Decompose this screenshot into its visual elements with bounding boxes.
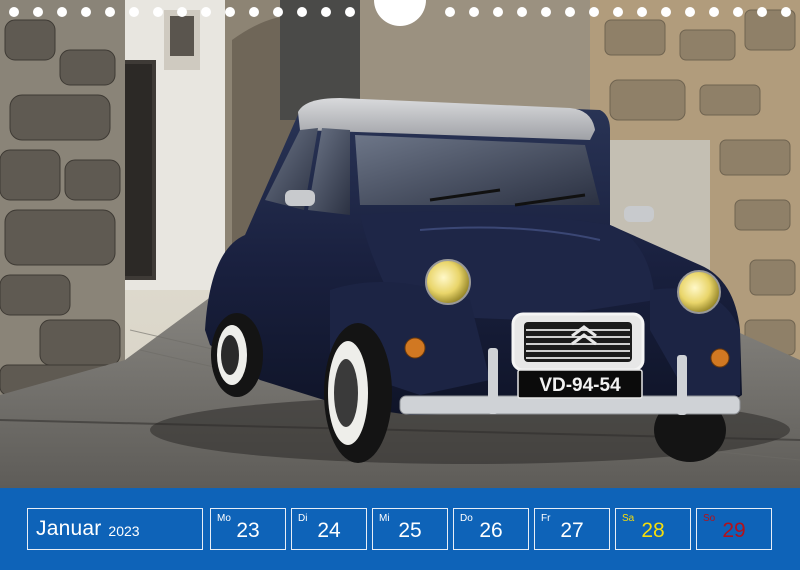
day-number: 27	[560, 519, 584, 542]
month-year: 2023	[108, 522, 140, 539]
day-cell-di: Di 24	[291, 508, 367, 550]
day-number: 28	[641, 519, 665, 542]
license-plate: VD-94-54	[539, 375, 621, 396]
car-photo-illustration: VD-94-54	[0, 0, 800, 488]
spiral-binding	[9, 0, 791, 26]
day-number: 26	[479, 519, 503, 542]
day-cell-sa: Sa 28	[615, 508, 691, 550]
day-number: 24	[317, 519, 341, 542]
day-cell-mi: Mi 25	[372, 508, 448, 550]
day-number: 25	[398, 519, 422, 542]
calendar-page: VD-94-54 Januar 2023 Mo 23 Di 24 Mi 25 D…	[0, 0, 800, 570]
month-label-box: Januar 2023	[27, 508, 203, 550]
day-cell-fr: Fr 27	[534, 508, 610, 550]
day-number: 29	[722, 519, 746, 542]
calendar-bar: Januar 2023 Mo 23 Di 24 Mi 25 Do 26 Fr 2…	[0, 488, 800, 570]
day-cell-mo: Mo 23	[210, 508, 286, 550]
month-name: Januar	[36, 517, 102, 540]
day-cell-do: Do 26	[453, 508, 529, 550]
car-photo: VD-94-54	[0, 0, 800, 488]
day-number: 23	[236, 519, 260, 542]
day-cell-so: So 29	[696, 508, 772, 550]
